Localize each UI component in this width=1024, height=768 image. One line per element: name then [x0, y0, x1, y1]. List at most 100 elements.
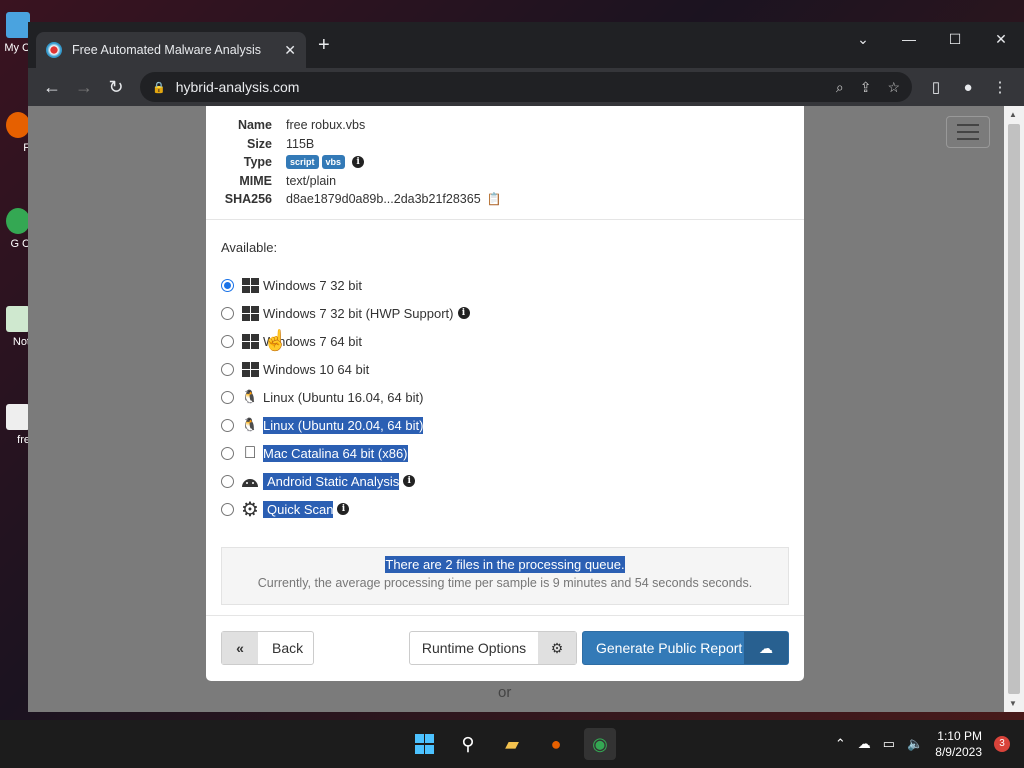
file-size-row: Size 115B	[246, 136, 315, 151]
runtime-options-button[interactable]: Runtime Options ⚙	[409, 631, 577, 665]
env-option-linux-16[interactable]: 🐧 Linux (Ubuntu 16.04, 64 bit)	[221, 383, 789, 411]
browser-tab[interactable]: Free Automated Malware Analysis ✕	[36, 32, 306, 68]
reload-icon[interactable]: ↻	[100, 77, 132, 98]
file-sha256: d8ae1879d0a89b...2da3b21f28365	[286, 192, 481, 207]
env-radio[interactable]	[221, 390, 234, 404]
start-windows-icon[interactable]	[408, 728, 440, 760]
url-text: hybrid-analysis.com	[175, 79, 300, 95]
share-icon[interactable]: ⇪	[860, 79, 872, 96]
search-icon[interactable]: ⚲	[452, 728, 484, 760]
zoom-search-icon[interactable]: ⌕	[836, 79, 844, 96]
queue-count-text: There are 2 files in the processing queu…	[385, 556, 625, 573]
env-option-win7-32[interactable]: Windows 7 32 bit	[221, 271, 789, 299]
env-radio[interactable]	[221, 362, 234, 376]
info-icon[interactable]: i	[457, 307, 470, 319]
chevron-up-icon[interactable]: ⌃	[835, 736, 846, 752]
submission-dialog: Name free robux.vbs Size 115B Type scrip…	[206, 106, 804, 681]
env-option-win10-64[interactable]: Windows 10 64 bit	[221, 355, 789, 383]
volume-icon[interactable]: 🔈	[907, 736, 923, 752]
menu-kebab-icon[interactable]: ⋮	[984, 78, 1016, 96]
chrome-icon[interactable]: ◉	[584, 728, 616, 760]
hand-cursor-icon: ☝	[263, 330, 288, 352]
desktop-icon-my-computer[interactable]: My C	[0, 12, 30, 54]
clock-time: 1:10 PM	[937, 729, 982, 743]
file-mime: text/plain	[286, 173, 337, 188]
lock-icon[interactable]: 🔒	[152, 81, 166, 94]
env-radio[interactable]	[221, 446, 234, 460]
browser-toolbar: ← → ↻ 🔒 hybrid-analysis.com ⌕ ⇪ ☆ ▯ ● ⋮	[28, 68, 1024, 106]
env-radio[interactable]	[221, 502, 234, 516]
system-tray: ⌃ ☁ ▭ 🔈 1:10 PM 8/9/2023 3	[835, 720, 1010, 768]
info-icon[interactable]: i	[337, 503, 350, 515]
back-arrow-icon[interactable]: ←	[36, 77, 68, 98]
taskbar-apps: ⚲ ▰ ● ◉	[408, 728, 616, 760]
info-icon[interactable]: i	[403, 475, 416, 487]
environment-list: Available: Windows 7 32 bit Windows 7 32…	[206, 240, 804, 523]
gear-icon: ⚙	[241, 498, 259, 521]
env-radio[interactable]	[221, 418, 234, 432]
notification-badge[interactable]: 3	[994, 736, 1010, 752]
scroll-up-icon[interactable]: ▲	[1009, 110, 1017, 119]
close-tab-icon[interactable]: ✕	[284, 42, 296, 59]
maximize-button[interactable]: ☐	[932, 26, 978, 52]
cloud-upload-icon: ☁	[744, 632, 788, 664]
tab-bar: Free Automated Malware Analysis ✕ + ⌄ — …	[28, 22, 1024, 68]
env-label: Linux (Ubuntu 20.04, 64 bit)	[263, 416, 424, 434]
env-label: Windows 7 32 bit (HWP Support)	[263, 305, 454, 321]
env-label: Windows 10 64 bit	[263, 361, 370, 377]
info-icon[interactable]: i	[352, 156, 365, 169]
scrollbar-thumb[interactable]	[1008, 124, 1020, 694]
desktop-icon-chrome[interactable]: G C	[0, 208, 30, 250]
desktop-icon-notepad[interactable]: Not	[0, 306, 30, 348]
type-badge: script	[286, 155, 319, 170]
generate-report-button[interactable]: Generate Public Report ☁	[582, 631, 789, 665]
chrome-icon	[6, 208, 30, 234]
new-tab-button[interactable]: +	[318, 34, 330, 57]
profile-icon[interactable]: ●	[952, 79, 984, 96]
env-option-linux-20[interactable]: 🐧 Linux (Ubuntu 20.04, 64 bit)	[221, 411, 789, 439]
android-icon	[240, 472, 260, 490]
env-radio[interactable]	[221, 306, 234, 320]
env-label: Quick Scan	[263, 500, 334, 518]
file-name: free robux.vbs	[286, 118, 366, 133]
side-panel-icon[interactable]: ▯	[920, 78, 952, 96]
file-explorer-icon[interactable]: ▰	[496, 728, 528, 760]
bookmark-star-icon[interactable]: ☆	[887, 79, 900, 96]
env-radio[interactable]	[221, 474, 234, 488]
clock-date: 8/9/2023	[935, 745, 982, 759]
scroll-down-icon[interactable]: ▼	[1009, 699, 1017, 708]
minimize-button[interactable]: —	[886, 26, 932, 52]
desktop-icon-file[interactable]: fre	[0, 404, 30, 446]
back-button[interactable]: « Back	[221, 631, 314, 665]
notepad-icon	[6, 306, 30, 332]
site-favicon-icon	[46, 42, 62, 58]
hamburger-menu-icon[interactable]	[946, 116, 990, 148]
env-option-quick-scan[interactable]: ⚙ Quick Scan i	[221, 495, 789, 523]
type-badge: vbs	[321, 155, 346, 170]
vertical-scrollbar[interactable]: ▲ ▼	[1004, 106, 1024, 712]
firefox-icon[interactable]: ●	[540, 728, 572, 760]
cloud-offline-icon[interactable]: ☁	[858, 736, 871, 752]
env-option-win7-32-hwp[interactable]: Windows 7 32 bit (HWP Support) i	[221, 299, 789, 327]
or-divider-text: or	[498, 684, 512, 701]
forward-arrow-icon[interactable]: →	[68, 77, 100, 98]
clock[interactable]: 1:10 PM 8/9/2023	[935, 728, 982, 760]
tab-search-icon[interactable]: ⌄	[840, 26, 886, 52]
file-name-row: Name free robux.vbs	[237, 118, 366, 133]
close-window-button[interactable]: ✕	[978, 26, 1024, 52]
copy-clipboard-icon[interactable]: 📋	[487, 192, 502, 206]
gear-icon: ⚙	[538, 632, 576, 664]
file-size: 115B	[286, 136, 315, 151]
env-option-mac[interactable]:  Mac Catalina 64 bit (x86)	[221, 439, 789, 467]
computer-icon	[6, 12, 30, 38]
env-option-win7-64[interactable]: Windows 7 64 bit	[221, 327, 789, 355]
env-label: Windows 7 32 bit	[263, 277, 362, 293]
env-option-android[interactable]: Android Static Analysis i	[221, 467, 789, 495]
queue-info: There are 2 files in the processing queu…	[221, 547, 789, 605]
window-controls: ⌄ — ☐ ✕	[840, 26, 1024, 52]
address-bar[interactable]: 🔒 hybrid-analysis.com ⌕ ⇪ ☆	[140, 72, 912, 102]
env-radio[interactable]	[221, 278, 234, 292]
env-radio[interactable]	[221, 334, 234, 348]
desktop-icon-firefox[interactable]: F	[0, 112, 30, 154]
network-icon[interactable]: ▭	[883, 736, 895, 752]
